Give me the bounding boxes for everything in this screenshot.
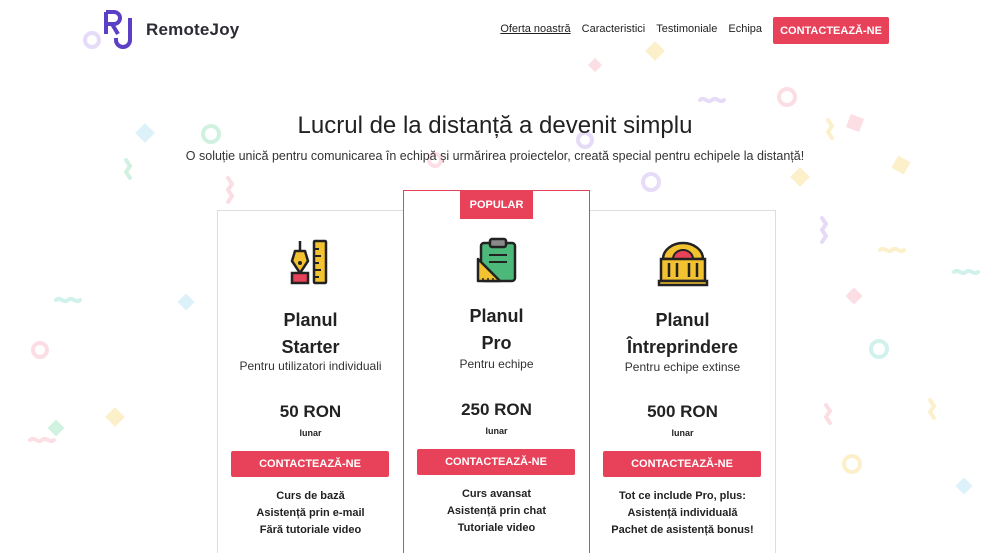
feature-item: Curs avansat <box>461 488 532 500</box>
plan-name: Planul Pro <box>469 306 524 353</box>
nav-item-testimoniale[interactable]: Testimoniale <box>656 23 717 35</box>
plan-audience: Pentru echipe <box>459 357 534 371</box>
pen-ruler-icon <box>290 239 327 285</box>
feature-item: Fără tutoriale video <box>259 524 362 536</box>
plan-price: 500 RON <box>647 402 718 421</box>
plan-features: Tot ce include Pro, plus: Asistență indi… <box>590 488 775 539</box>
hero-title: Lucrul de la distanță a devenit simplu <box>297 112 693 139</box>
plan-features: Curs avansat Asistență prin chat Tutoria… <box>404 486 589 537</box>
building-icon <box>657 241 708 287</box>
plan-contact-button[interactable]: CONTACTEAZĂ-NE <box>603 451 761 477</box>
brand-name: RemoteJoy <box>146 20 240 39</box>
plan-card-enterprise: Planul Întreprindere Pentru echipe extin… <box>589 210 776 553</box>
feature-item: Asistență prin chat <box>446 505 547 517</box>
plan-name: Planul Starter <box>281 310 340 357</box>
nav-item-echipa[interactable]: Echipa <box>728 23 762 35</box>
plan-audience: Pentru utilizatori individuali <box>239 359 382 373</box>
feature-item: Asistență individuală <box>627 507 738 519</box>
nav-item-caracteristici[interactable]: Caracteristici <box>582 23 646 35</box>
header-contact-button[interactable]: CONTACTEAZĂ-NE <box>773 17 889 44</box>
popular-badge: POPULAR <box>460 191 533 219</box>
plan-features: Curs de bază Asistență prin e-mail Fără … <box>218 488 403 539</box>
plan-period: lunar <box>299 428 322 438</box>
plan-contact-button[interactable]: CONTACTEAZĂ-NE <box>417 449 575 475</box>
main-nav: Oferta noastră Caracteristici Testimonia… <box>500 23 762 35</box>
plan-price: 250 RON <box>461 400 532 419</box>
clipboard-ruler-icon <box>476 237 516 283</box>
rj-logo-icon <box>104 10 132 49</box>
brand-logo[interactable]: RemoteJoy <box>104 10 239 50</box>
feature-item: Curs de bază <box>276 490 345 502</box>
plan-period: lunar <box>671 428 694 438</box>
plan-contact-button[interactable]: CONTACTEAZĂ-NE <box>231 451 389 477</box>
plan-price: 50 RON <box>279 402 342 421</box>
plan-card-pro: POPULAR Planul Pro Pentru echipe 250 RON… <box>403 190 590 553</box>
plan-audience: Pentru echipe extinse <box>624 360 741 374</box>
feature-item: Tutoriale video <box>457 522 536 534</box>
hero-subtitle: O soluție unică pentru comunicarea în ec… <box>185 149 805 163</box>
plan-period: lunar <box>485 426 508 436</box>
site-header: RemoteJoy Oferta noastră Caracteristici … <box>0 0 990 60</box>
feature-item: Pachet de asistență bonus! <box>611 524 754 536</box>
plan-card-starter: Planul Starter Pentru utilizatori indivi… <box>217 210 404 553</box>
plan-name: Planul Întreprindere <box>626 310 739 357</box>
nav-item-oferta[interactable]: Oferta noastră <box>500 23 570 35</box>
feature-item: Tot ce include Pro, plus: <box>619 490 746 502</box>
feature-item: Asistență prin e-mail <box>256 507 365 519</box>
